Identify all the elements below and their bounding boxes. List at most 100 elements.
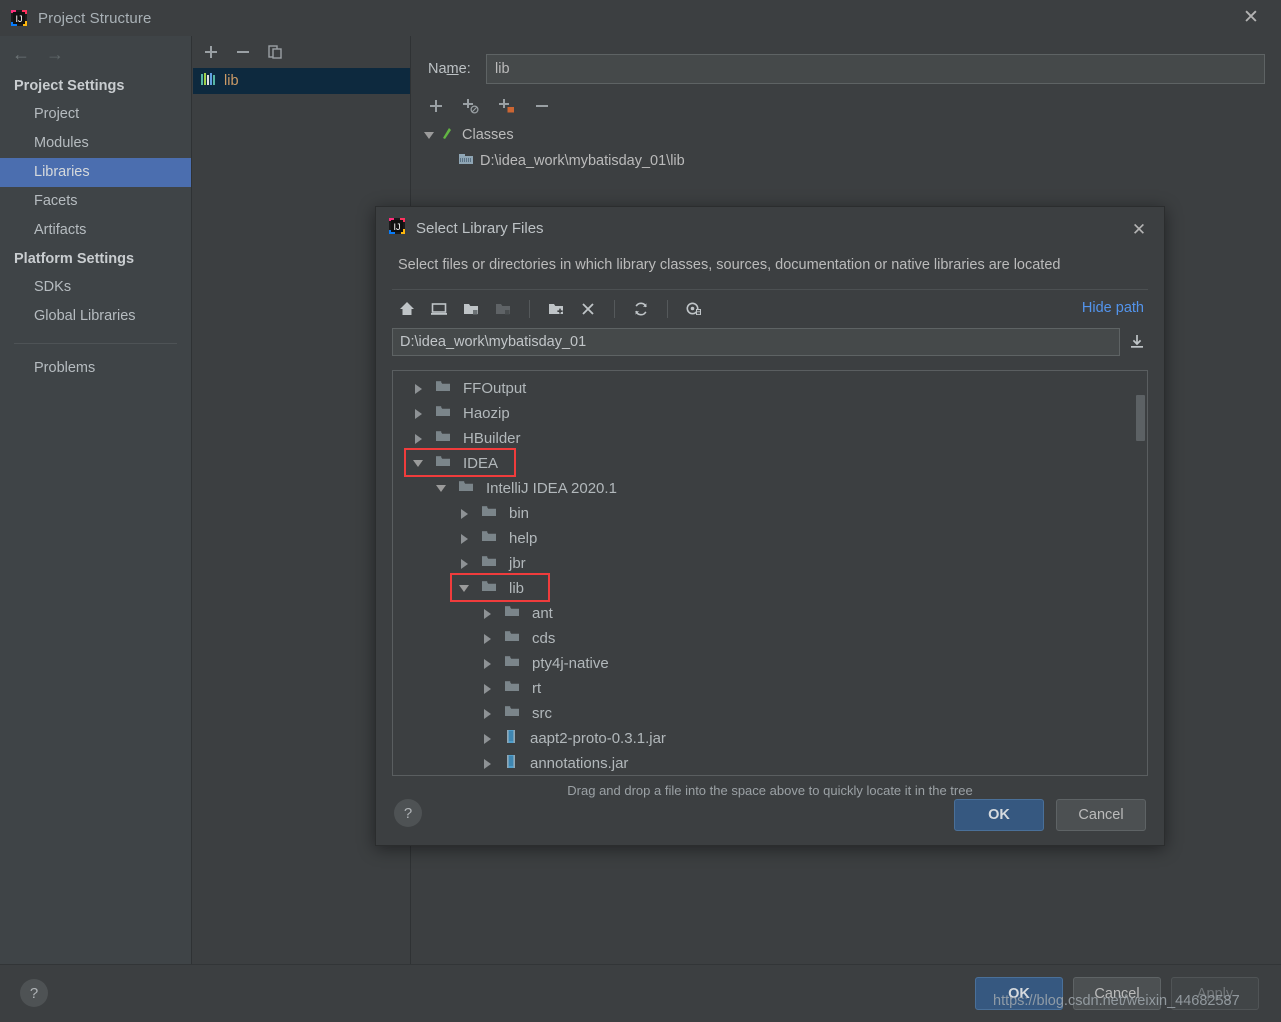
help-button[interactable]: ? <box>20 979 48 1007</box>
file-tree-row[interactable]: IntelliJ IDEA 2020.1 <box>393 476 1147 501</box>
file-tree-row[interactable]: Haozip <box>393 401 1147 426</box>
folder-icon <box>458 479 474 498</box>
dialog-cancel-button[interactable]: Cancel <box>1056 799 1146 831</box>
file-tree-row[interactable]: FFOutput <box>393 376 1147 401</box>
jar-file-icon <box>504 754 518 774</box>
classes-path-row[interactable]: D:\idea_work\mybatisday_01\lib <box>424 148 1281 174</box>
sidebar-item-sdks[interactable]: SDKs <box>0 273 191 302</box>
file-tree-row[interactable]: bin <box>393 501 1147 526</box>
desktop-directory-icon[interactable] <box>430 300 448 318</box>
ok-button[interactable]: OK <box>975 977 1063 1010</box>
sidebar-item-modules[interactable]: Modules <box>0 129 191 158</box>
window-footer-buttons: OK Cancel Apply <box>975 977 1259 1010</box>
file-tree-row-label: IntelliJ IDEA 2020.1 <box>486 480 617 497</box>
file-tree-row[interactable]: pty4j-native <box>393 651 1147 676</box>
file-tree-row-label: annotations.jar <box>530 755 629 772</box>
chevron-right-icon[interactable] <box>457 508 471 519</box>
close-icon[interactable]: ✕ <box>1239 6 1263 30</box>
file-tree-row[interactable]: ant <box>393 601 1147 626</box>
file-tree-row-label: pty4j-native <box>532 655 609 672</box>
dialog-close-icon[interactable]: ✕ <box>1128 219 1150 241</box>
chevron-right-icon[interactable] <box>411 383 425 394</box>
path-input[interactable] <box>392 328 1120 356</box>
show-hidden-files-icon[interactable] <box>685 300 703 318</box>
file-tree-rows: FFOutput Haozip HBuilder IDEA IntelliJ IDEA … <box>393 371 1147 775</box>
delete-icon[interactable] <box>579 300 597 318</box>
folder-icon <box>504 704 520 723</box>
file-tree-scrollbar[interactable] <box>1136 373 1145 773</box>
file-tree-row[interactable]: rt <box>393 676 1147 701</box>
chevron-right-icon[interactable] <box>457 533 471 544</box>
chevron-down-icon[interactable] <box>424 131 434 139</box>
file-tree-row[interactable]: HBuilder <box>393 426 1147 451</box>
file-tree[interactable]: FFOutput Haozip HBuilder IDEA IntelliJ IDEA … <box>392 370 1148 776</box>
chevron-down-icon[interactable] <box>411 460 425 467</box>
file-tree-row[interactable]: lib <box>393 576 1147 601</box>
library-list-item-lib[interactable]: lib <box>193 68 410 94</box>
hide-path-link[interactable]: Hide path <box>1082 300 1144 316</box>
jar-file-icon <box>504 729 518 749</box>
file-tree-row[interactable]: aapt2-proto-0.3.1.jar <box>393 726 1147 751</box>
chevron-right-icon[interactable] <box>480 633 494 644</box>
toolbar-separator <box>614 300 615 318</box>
dialog-titlebar: IJ Select Library Files ✕ <box>376 207 1164 249</box>
file-tree-row[interactable]: cds <box>393 626 1147 651</box>
chevron-right-icon[interactable] <box>411 408 425 419</box>
chevron-right-icon[interactable] <box>480 758 494 769</box>
file-tree-row-label: bin <box>509 505 530 522</box>
file-tree-row-label: aapt2-proto-0.3.1.jar <box>530 730 666 747</box>
chevron-right-icon[interactable] <box>411 433 425 444</box>
dialog-ok-button[interactable]: OK <box>954 799 1044 831</box>
library-icon <box>200 72 216 91</box>
folder-icon <box>435 429 451 448</box>
sidebar-item-artifacts[interactable]: Artifacts <box>0 216 191 245</box>
classes-root-label: Classes <box>462 127 514 143</box>
download-icon[interactable] <box>1128 333 1146 351</box>
window-title: Project Structure <box>38 9 152 27</box>
add-root-button[interactable] <box>428 98 444 114</box>
file-tree-row[interactable]: IDEA <box>393 451 1147 476</box>
chevron-right-icon[interactable] <box>480 733 494 744</box>
remove-root-button[interactable] <box>534 98 550 114</box>
chevron-down-icon[interactable] <box>434 485 448 492</box>
file-tree-row[interactable]: annotations.jar <box>393 751 1147 775</box>
file-tree-scrollbar-thumb[interactable] <box>1136 395 1145 441</box>
forward-arrow-icon[interactable]: → <box>46 45 64 63</box>
sidebar-item-facets[interactable]: Facets <box>0 187 191 216</box>
sidebar-item-project[interactable]: Project <box>0 100 191 129</box>
home-directory-icon[interactable] <box>398 300 416 318</box>
chevron-right-icon[interactable] <box>480 658 494 669</box>
folder-icon <box>481 554 497 573</box>
chevron-right-icon[interactable] <box>480 708 494 719</box>
file-chooser-toolbar: Hide path <box>376 290 1164 328</box>
folder-icon <box>481 504 497 523</box>
module-directory-icon[interactable] <box>494 300 512 318</box>
classes-root-row[interactable]: Classes <box>424 122 1281 148</box>
file-tree-row[interactable]: jbr <box>393 551 1147 576</box>
project-directory-icon[interactable] <box>462 300 480 318</box>
file-tree-row[interactable]: help <box>393 526 1147 551</box>
new-folder-icon[interactable] <box>547 300 565 318</box>
sidebar-item-libraries[interactable]: Libraries <box>0 158 191 187</box>
refresh-icon[interactable] <box>632 300 650 318</box>
add-sources-root-button[interactable] <box>462 98 480 114</box>
add-library-button[interactable] <box>203 44 219 60</box>
select-library-files-dialog: IJ Select Library Files ✕ Select files o… <box>375 206 1165 846</box>
copy-library-button[interactable] <box>267 44 283 60</box>
remove-library-button[interactable] <box>235 44 251 60</box>
intellij-idea-logo-icon: IJ <box>10 9 28 27</box>
back-arrow-icon[interactable]: ← <box>12 45 30 63</box>
add-jar-directory-button[interactable] <box>498 98 516 114</box>
library-name-input[interactable] <box>486 54 1265 84</box>
chevron-right-icon[interactable] <box>480 608 494 619</box>
apply-button[interactable]: Apply <box>1171 977 1259 1010</box>
chevron-down-icon[interactable] <box>457 585 471 592</box>
folder-icon <box>504 604 520 623</box>
chevron-right-icon[interactable] <box>457 558 471 569</box>
chevron-right-icon[interactable] <box>480 683 494 694</box>
sidebar-item-global-libraries[interactable]: Global Libraries <box>0 302 191 331</box>
cancel-button[interactable]: Cancel <box>1073 977 1161 1010</box>
file-tree-row[interactable]: src <box>393 701 1147 726</box>
dialog-help-button[interactable]: ? <box>394 799 422 827</box>
sidebar-item-problems[interactable]: Problems <box>0 354 191 383</box>
